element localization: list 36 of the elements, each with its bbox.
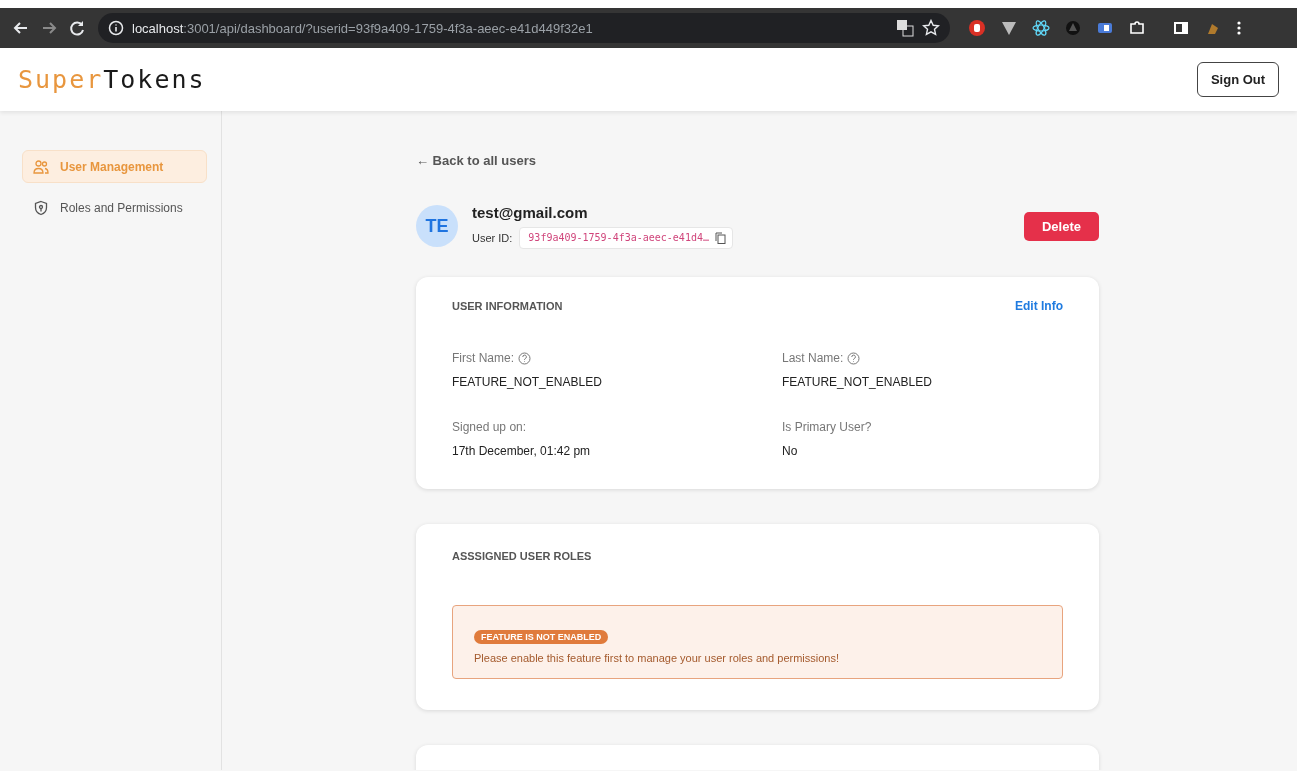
user-id-label: User ID: xyxy=(472,231,513,244)
field-value: 17th December, 01:42 pm xyxy=(452,444,592,458)
logo: SuperTokens xyxy=(18,65,206,94)
copy-icon[interactable] xyxy=(714,231,726,244)
sidebar-item[interactable]: Roles and Permissions xyxy=(22,191,207,224)
status-badge: FEATURE IS NOT ENABLED xyxy=(474,630,609,644)
shield-icon xyxy=(33,199,49,216)
star-icon[interactable] xyxy=(922,19,940,37)
menu-icon[interactable] xyxy=(1236,19,1242,37)
user-email: test@gmail.com xyxy=(472,203,589,221)
help-icon[interactable] xyxy=(518,351,531,365)
field-value: No xyxy=(782,444,799,458)
delete-button[interactable]: Delete xyxy=(1024,211,1099,241)
field-label: First Name: xyxy=(452,351,514,365)
sign-out-button[interactable]: Sign Out xyxy=(1197,62,1279,97)
puzzle-icon[interactable] xyxy=(1128,19,1146,37)
user-id-field: 93f9a409-1759-4f3a-aeec-e41d4… xyxy=(519,226,733,249)
help-icon[interactable] xyxy=(847,351,861,365)
circle-icon[interactable] xyxy=(1064,19,1082,37)
triangle-icon[interactable] xyxy=(1000,19,1018,37)
card-title: USER INFORMATION xyxy=(452,300,563,312)
back-link[interactable]: ← Back to all users xyxy=(416,153,536,168)
field-label: Signed up on: xyxy=(452,420,527,434)
field-value: FEATURE_NOT_ENABLED xyxy=(452,375,603,389)
field-value: FEATURE_NOT_ENABLED xyxy=(782,375,933,389)
warning-message: Please enable this feature first to manage your user roles and permissions! xyxy=(474,652,841,664)
sidebar-icon[interactable] xyxy=(1172,19,1190,37)
card-title: ASSSIGNED USER ROLES xyxy=(452,550,592,562)
field-label: Is Primary User? xyxy=(782,420,872,434)
avatar: TE xyxy=(416,205,458,247)
field-label: Last Name: xyxy=(782,351,844,365)
info-icon[interactable] xyxy=(108,20,124,36)
atom-icon[interactable] xyxy=(1032,19,1050,37)
translate-icon[interactable] xyxy=(896,19,914,37)
users-icon xyxy=(33,158,49,175)
edit-info-link[interactable]: Edit Info xyxy=(1015,299,1063,313)
